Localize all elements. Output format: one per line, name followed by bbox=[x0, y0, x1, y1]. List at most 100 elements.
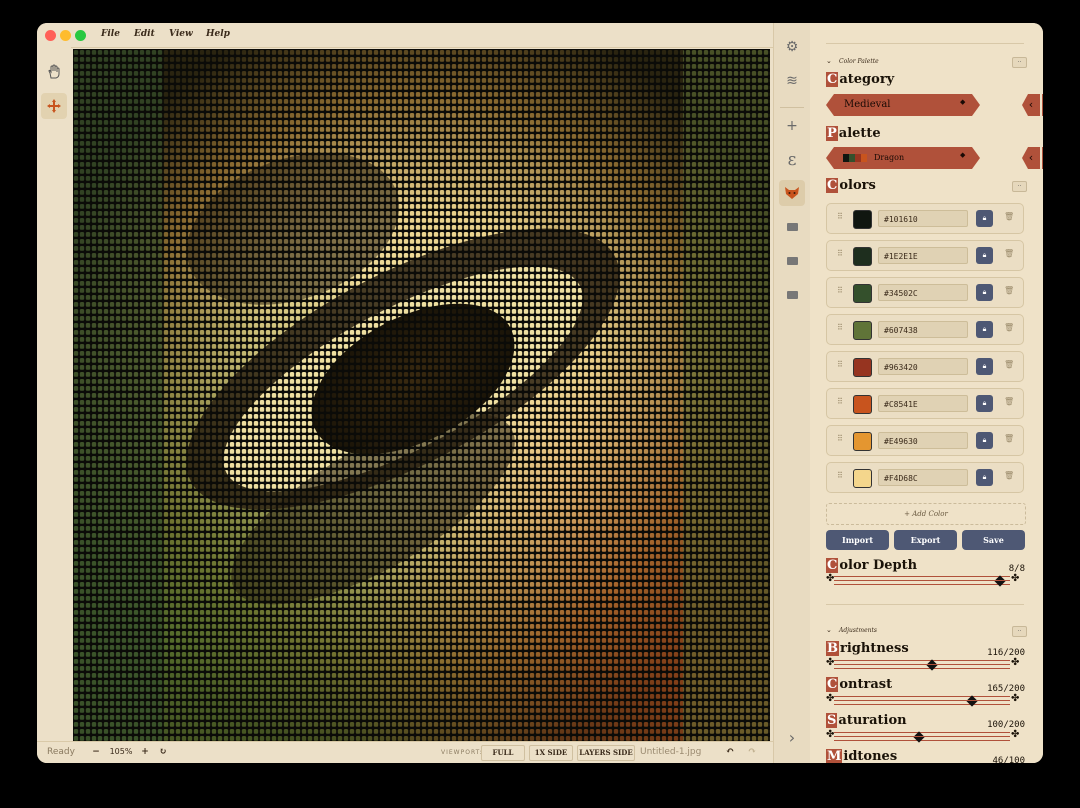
undo-button[interactable]: ↶ bbox=[723, 745, 737, 759]
hex-input[interactable]: #34502C bbox=[878, 284, 968, 301]
minimize-window-button[interactable] bbox=[60, 30, 71, 41]
adjustments-menu-button[interactable]: ·· bbox=[1012, 626, 1027, 637]
slider-thumb[interactable] bbox=[913, 731, 925, 743]
import-button[interactable]: Import bbox=[826, 530, 889, 550]
drag-handle-icon[interactable]: ⠿ bbox=[837, 249, 843, 258]
add-button[interactable]: + bbox=[779, 113, 805, 139]
hex-input[interactable]: #607438 bbox=[878, 321, 968, 338]
hand-tool-button[interactable] bbox=[41, 59, 67, 85]
delete-color-button[interactable]: 🗑︎ bbox=[1004, 286, 1014, 295]
font-button[interactable]: ε bbox=[779, 147, 805, 173]
image-canvas[interactable] bbox=[73, 49, 770, 741]
delete-color-button[interactable]: 🗑︎ bbox=[1004, 360, 1014, 369]
lock-button[interactable]: 🔒︎ bbox=[976, 469, 993, 486]
lock-button[interactable]: 🔒︎ bbox=[976, 358, 993, 375]
collapse-chevron-icon[interactable]: ⌄ bbox=[826, 57, 832, 65]
settings-button[interactable]: ⚙ bbox=[779, 34, 805, 60]
color-row[interactable]: ⠿ #1E2E1E 🔒︎ 🗑︎ bbox=[826, 240, 1024, 271]
close-window-button[interactable] bbox=[45, 30, 56, 41]
add-color-button[interactable]: + Add Color bbox=[826, 503, 1026, 525]
panel-button-1[interactable] bbox=[779, 214, 805, 240]
zoom-out-button[interactable]: − bbox=[89, 745, 103, 759]
adjustment-slider[interactable] bbox=[834, 695, 1010, 707]
delete-color-button[interactable]: 🗑︎ bbox=[1004, 471, 1014, 480]
hex-input[interactable]: #F4D68C bbox=[878, 469, 968, 486]
maximize-window-button[interactable] bbox=[75, 30, 86, 41]
palette-theme-button[interactable] bbox=[779, 180, 805, 206]
slider-thumb[interactable] bbox=[926, 659, 938, 671]
viewport-full-button[interactable]: FULL bbox=[481, 745, 525, 761]
delete-color-button[interactable]: 🗑︎ bbox=[1004, 434, 1014, 443]
menu-view[interactable]: View bbox=[169, 29, 193, 39]
slider-thumb[interactable] bbox=[966, 695, 978, 707]
color-swatch[interactable] bbox=[853, 284, 872, 303]
panel-button-2[interactable] bbox=[779, 248, 805, 274]
collapse-panel-button[interactable]: › bbox=[779, 724, 805, 750]
drag-handle-icon[interactable]: ⠿ bbox=[837, 286, 843, 295]
palette-prev-button[interactable]: ‹ bbox=[1022, 147, 1040, 169]
delete-color-button[interactable]: 🗑︎ bbox=[1004, 397, 1014, 406]
hex-input[interactable]: #E49630 bbox=[878, 432, 968, 449]
color-depth-thumb[interactable] bbox=[994, 575, 1006, 587]
color-swatch[interactable] bbox=[853, 247, 872, 266]
drag-handle-icon[interactable]: ⠿ bbox=[837, 323, 843, 332]
palette-select[interactable]: Dragon ◆ bbox=[826, 147, 980, 169]
zoom-in-button[interactable]: + bbox=[138, 745, 152, 759]
menu-edit[interactable]: Edit bbox=[134, 29, 155, 39]
drag-handle-icon[interactable]: ⠿ bbox=[837, 397, 843, 406]
lock-button[interactable]: 🔒︎ bbox=[976, 321, 993, 338]
drag-handle-icon[interactable]: ⠿ bbox=[837, 212, 843, 221]
menu-help[interactable]: Help bbox=[206, 29, 230, 39]
palette-section-menu-button[interactable]: ·· bbox=[1012, 57, 1027, 68]
lock-button[interactable]: 🔒︎ bbox=[976, 247, 993, 264]
redo-button[interactable]: ↷ bbox=[745, 745, 759, 759]
reset-zoom-button[interactable]: ↻ bbox=[156, 745, 170, 759]
color-row[interactable]: ⠿ #E49630 🔒︎ 🗑︎ bbox=[826, 425, 1024, 456]
viewport-1x-side-button[interactable]: 1X SIDE bbox=[529, 745, 573, 761]
hex-input[interactable]: #C8541E bbox=[878, 395, 968, 412]
color-swatch[interactable] bbox=[853, 469, 872, 488]
hex-input[interactable]: #1E2E1E bbox=[878, 247, 968, 264]
menu-file[interactable]: File bbox=[101, 29, 120, 39]
adjustment-slider[interactable] bbox=[834, 731, 1010, 743]
export-button[interactable]: Export bbox=[894, 530, 957, 550]
delete-color-button[interactable]: 🗑︎ bbox=[1004, 323, 1014, 332]
move-tool-button[interactable] bbox=[41, 93, 67, 119]
color-row[interactable]: ⠿ #C8541E 🔒︎ 🗑︎ bbox=[826, 388, 1024, 419]
category-prev-button[interactable]: ‹ bbox=[1022, 94, 1040, 116]
lock-button[interactable]: 🔒︎ bbox=[976, 284, 993, 301]
drag-handle-icon[interactable]: ⠿ bbox=[837, 471, 843, 480]
color-row[interactable]: ⠿ #607438 🔒︎ 🗑︎ bbox=[826, 314, 1024, 345]
color-row[interactable]: ⠿ #963420 🔒︎ 🗑︎ bbox=[826, 351, 1024, 382]
layers-button[interactable]: ≋ bbox=[779, 68, 805, 94]
colors-menu-button[interactable]: ·· bbox=[1012, 181, 1027, 192]
color-row[interactable]: ⠿ #34502C 🔒︎ 🗑︎ bbox=[826, 277, 1024, 308]
color-swatch[interactable] bbox=[853, 358, 872, 377]
slider-right-ornament-icon: ✤ bbox=[1011, 729, 1020, 740]
lock-button[interactable]: 🔒︎ bbox=[976, 395, 993, 412]
color-swatch[interactable] bbox=[853, 395, 872, 414]
color-row[interactable]: ⠿ #101610 🔒︎ 🗑︎ bbox=[826, 203, 1024, 234]
adjustment-slider[interactable] bbox=[834, 659, 1010, 671]
hex-input[interactable]: #963420 bbox=[878, 358, 968, 375]
color-swatch[interactable] bbox=[853, 432, 872, 451]
drag-handle-icon[interactable]: ⠿ bbox=[837, 434, 843, 443]
color-swatch[interactable] bbox=[853, 210, 872, 229]
hex-input[interactable]: #101610 bbox=[878, 210, 968, 227]
category-select[interactable]: Medieval ◆ bbox=[826, 94, 980, 116]
lock-icon: 🔒︎ bbox=[982, 214, 987, 222]
delete-color-button[interactable]: 🗑︎ bbox=[1004, 212, 1014, 221]
palette-next-button[interactable]: › bbox=[1042, 147, 1043, 169]
delete-color-button[interactable]: 🗑︎ bbox=[1004, 249, 1014, 258]
lock-button[interactable]: 🔒︎ bbox=[976, 210, 993, 227]
lock-button[interactable]: 🔒︎ bbox=[976, 432, 993, 449]
color-swatch[interactable] bbox=[853, 321, 872, 340]
drag-handle-icon[interactable]: ⠿ bbox=[837, 360, 843, 369]
color-depth-slider[interactable] bbox=[834, 575, 1010, 587]
category-next-button[interactable]: › bbox=[1042, 94, 1043, 116]
viewport-layers-side-button[interactable]: LAYERS SIDE bbox=[577, 745, 635, 761]
save-button[interactable]: Save bbox=[962, 530, 1025, 550]
collapse-chevron-icon[interactable]: ⌄ bbox=[826, 626, 832, 634]
panel-button-3[interactable] bbox=[779, 282, 805, 308]
color-row[interactable]: ⠿ #F4D68C 🔒︎ 🗑︎ bbox=[826, 462, 1024, 493]
